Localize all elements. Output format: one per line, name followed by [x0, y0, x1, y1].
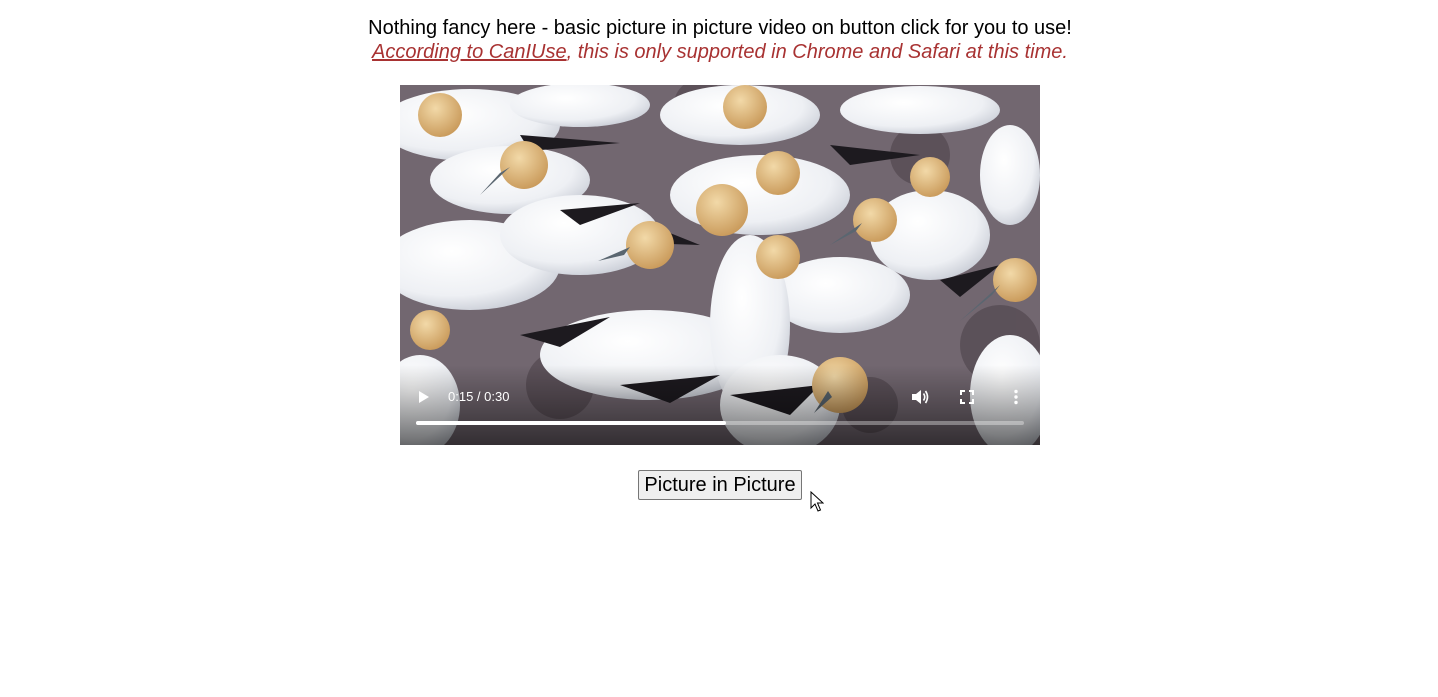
volume-icon: [912, 390, 929, 404]
support-note: According to CanIUse, this is only suppo…: [0, 40, 1438, 64]
video-player[interactable]: 0:15 / 0:30: [400, 85, 1040, 445]
picture-in-picture-button[interactable]: Picture in Picture: [638, 470, 802, 500]
seek-bar[interactable]: [416, 421, 1024, 425]
intro-block: Nothing fancy here - basic picture in pi…: [0, 16, 1438, 64]
caniuse-link[interactable]: According to CanIUse: [372, 41, 567, 63]
page: Nothing fancy here - basic picture in pi…: [0, 0, 1438, 697]
intro-text: Nothing fancy here - basic picture in pi…: [368, 17, 1072, 39]
seek-bar-progress: [416, 421, 727, 425]
fullscreen-icon: [960, 390, 974, 404]
play-button[interactable]: [416, 388, 432, 406]
time-display: 0:15 / 0:30: [448, 389, 510, 404]
mouse-cursor-icon: [810, 491, 824, 512]
volume-button[interactable]: [910, 388, 930, 406]
support-note-text: , this is only supported in Chrome and S…: [566, 41, 1068, 63]
more-options-button[interactable]: [1008, 388, 1024, 406]
fullscreen-button[interactable]: [959, 389, 975, 405]
play-icon: [419, 391, 429, 403]
controls-overlay: [400, 365, 1040, 445]
more-options-icon: [1014, 389, 1018, 405]
